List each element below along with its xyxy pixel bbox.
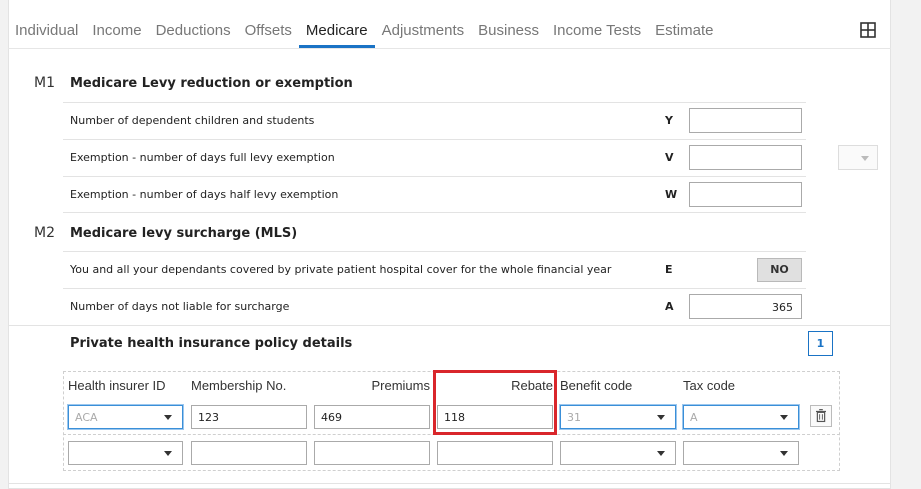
trash-icon[interactable]: [810, 405, 832, 427]
tab-business[interactable]: Business: [471, 0, 546, 48]
tabs-divider: [8, 48, 891, 49]
row-label: Exemption - number of days half levy exe…: [70, 188, 339, 201]
benefit-code-select[interactable]: 31: [560, 405, 676, 429]
m1-row-dependents: Number of dependent children and student…: [63, 102, 806, 139]
insurer-id-select[interactable]: ACA: [68, 405, 183, 429]
exemption-category-dropdown[interactable]: [838, 145, 878, 170]
premiums-input[interactable]: [314, 441, 430, 465]
row-code: Y: [665, 114, 673, 127]
col-header-benefit-code: Benefit code: [560, 378, 633, 393]
col-header-insurer-id: Health insurer ID: [68, 378, 166, 393]
tab-offsets[interactable]: Offsets: [238, 0, 299, 48]
m1-title: Medicare Levy reduction or exemption: [70, 76, 353, 91]
tax-code-select[interactable]: [683, 441, 799, 465]
divider: [63, 212, 806, 213]
chevron-down-icon: [164, 415, 172, 420]
divider: [8, 483, 891, 484]
insurer-id-value: ACA: [75, 411, 98, 424]
chevron-down-icon: [780, 451, 788, 456]
chevron-down-icon: [780, 415, 788, 420]
col-header-rebate: Rebate: [511, 378, 553, 393]
private-cover-toggle-button[interactable]: NO: [757, 258, 802, 282]
half-exemption-days-input[interactable]: [689, 182, 802, 207]
m1-code: M1: [34, 75, 55, 91]
m2-row-private-cover: You and all your dependants covered by p…: [63, 251, 806, 288]
col-header-tax-code: Tax code: [683, 378, 736, 393]
tab-estimate[interactable]: Estimate: [648, 0, 720, 48]
policy-count-badge[interactable]: 1: [808, 331, 833, 356]
tab-deductions[interactable]: Deductions: [149, 0, 238, 48]
tab-adjustments[interactable]: Adjustments: [375, 0, 472, 48]
membership-no-input[interactable]: 123: [191, 405, 307, 429]
row-code: W: [665, 188, 678, 201]
benefit-code-select[interactable]: [560, 441, 676, 465]
premiums-input[interactable]: 469: [314, 405, 430, 429]
row-label: Number of days not liable for surcharge: [70, 300, 290, 313]
divider: [8, 325, 891, 326]
tab-medicare[interactable]: Medicare: [298, 0, 375, 48]
row-code: V: [665, 151, 674, 164]
m1-row-half-exemption: Exemption - number of days half levy exe…: [63, 176, 806, 213]
insurer-id-select[interactable]: [68, 441, 183, 465]
benefit-code-value: 31: [567, 411, 581, 424]
tab-income-tests[interactable]: Income Tests: [546, 0, 648, 48]
row-code: E: [665, 263, 673, 276]
chevron-down-icon: [657, 415, 665, 420]
row-label: Number of dependent children and student…: [70, 114, 315, 127]
m1-row-full-exemption: Exemption - number of days full levy exe…: [63, 139, 806, 176]
policy-table-row-divider: [63, 434, 840, 435]
row-label: Exemption - number of days full levy exe…: [70, 151, 335, 164]
m2-code: M2: [34, 225, 55, 241]
tax-code-select[interactable]: A: [683, 405, 799, 429]
rebate-input[interactable]: [437, 441, 553, 465]
tax-code-value: A: [690, 411, 698, 424]
chevron-down-icon: [657, 451, 665, 456]
tab-bar: Individual Income Deductions Offsets Med…: [8, 0, 720, 50]
days-not-liable-input[interactable]: 365: [689, 294, 802, 319]
tab-income[interactable]: Income: [85, 0, 148, 48]
col-header-membership-no: Membership No.: [191, 378, 287, 393]
dependents-input[interactable]: [689, 108, 802, 133]
chevron-down-icon: [164, 451, 172, 456]
policy-section-title: Private health insurance policy details: [70, 336, 353, 351]
full-exemption-days-input[interactable]: [689, 145, 802, 170]
m2-row-days-not-liable: Number of days not liable for surcharge …: [63, 288, 806, 325]
m2-title: Medicare levy surcharge (MLS): [70, 226, 298, 241]
rebate-input[interactable]: 118: [437, 405, 553, 429]
col-header-premiums: Premiums: [371, 378, 430, 393]
grid-view-icon[interactable]: [859, 21, 877, 39]
membership-no-input[interactable]: [191, 441, 307, 465]
row-code: A: [665, 300, 674, 313]
row-label: You and all your dependants covered by p…: [70, 263, 612, 276]
tab-individual[interactable]: Individual: [8, 0, 85, 48]
